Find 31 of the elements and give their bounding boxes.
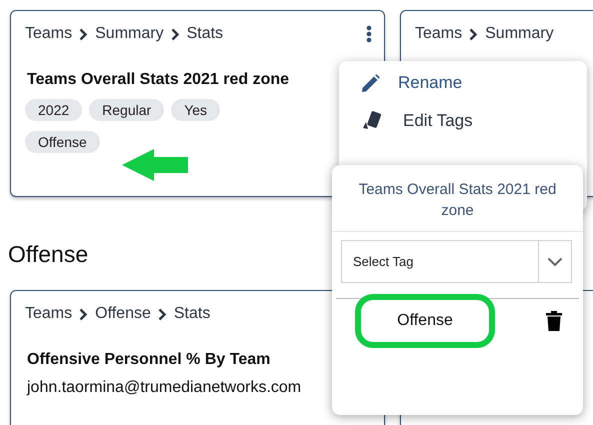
breadcrumb-link[interactable]: Summary xyxy=(95,25,164,43)
breadcrumb-link[interactable]: Stats xyxy=(174,305,210,323)
card-title: Teams Overall Stats 2021 red zone xyxy=(27,71,290,89)
tag-chip: Offense xyxy=(25,131,100,153)
more-options-icon[interactable] xyxy=(366,25,372,43)
chevron-right-icon xyxy=(79,28,88,40)
tag-select[interactable]: Select Tag xyxy=(341,240,572,283)
breadcrumb-link[interactable]: Teams xyxy=(25,305,72,323)
chevron-right-icon xyxy=(158,308,167,320)
section-heading: Offense xyxy=(8,241,88,268)
tag-chip: 2022 xyxy=(25,99,82,121)
breadcrumb-link[interactable]: Stats xyxy=(186,25,224,43)
menu-item[interactable]: Rename xyxy=(361,73,462,93)
tag-cards-icon xyxy=(361,111,383,131)
chevron-right-icon xyxy=(79,308,88,320)
chevron-down-icon xyxy=(547,256,563,266)
breadcrumb-link[interactable]: Summary xyxy=(485,25,554,43)
trash-icon[interactable] xyxy=(546,311,562,331)
menu-item[interactable]: Edit Tags xyxy=(361,111,473,131)
breadcrumb-link[interactable]: Teams xyxy=(415,25,462,43)
card-title: Offensive Personnel % By Team xyxy=(27,351,270,369)
owner-email: john.taormina@trumedianetworks.com xyxy=(27,379,302,397)
tag-chip: Regular xyxy=(89,99,164,121)
breadcrumb-link[interactable]: Teams xyxy=(25,25,72,43)
chevron-right-icon xyxy=(469,28,478,40)
pencil-icon xyxy=(361,74,380,92)
popup-title: Teams Overall Stats 2021 red zone xyxy=(332,165,583,232)
chevron-right-icon xyxy=(170,28,180,40)
tag-chip: Yes xyxy=(171,99,220,121)
tag-label: Offense xyxy=(355,294,495,348)
breadcrumb-link[interactable]: Offense xyxy=(95,305,151,323)
